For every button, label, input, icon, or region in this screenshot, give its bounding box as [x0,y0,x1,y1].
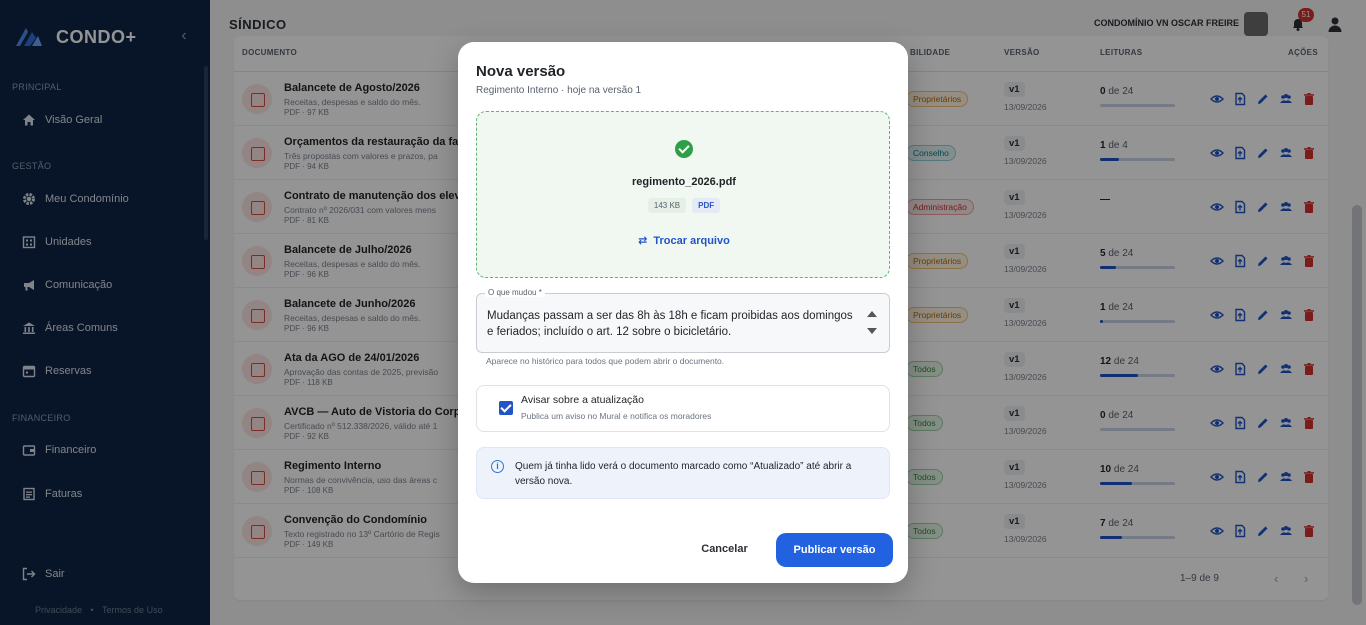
file-chips: 143 KB PDF [477,198,891,213]
file-type: PDF [692,198,721,213]
notify-label: Avisar sobre a atualização [521,394,644,406]
dialog-subtitle: Regimento Interno · hoje na versão 1 [476,85,642,96]
publish-version-button[interactable]: Publicar versão [776,533,893,567]
scroll-down-icon[interactable] [867,328,877,334]
info-alert: i Quem já tinha lido verá o documento ma… [476,447,890,499]
check-circle-icon [675,140,693,158]
swap-file-label: Trocar arquivo [653,235,730,247]
swap-icon: ⇄ [638,235,648,247]
change-description-label: O que mudou * [485,288,545,297]
info-icon: i [491,460,504,473]
dialog-title: Nova versão [476,63,566,80]
notify-option[interactable]: Avisar sobre a atualização Publica um av… [476,385,890,432]
info-text: Quem já tinha lido verá o documento marc… [515,461,852,487]
file-size: 143 KB [647,198,687,213]
notify-checkbox[interactable] [499,401,513,415]
notify-description: Publica um aviso no Mural e notifica os … [521,411,712,421]
swap-file-button[interactable]: ⇄ Trocar arquivo [477,234,891,247]
change-description-input[interactable]: Mudanças passam a ser das 8h às 18h e fi… [487,308,857,340]
change-description-helper: Aparece no histórico para todos que pode… [486,356,725,366]
cancel-button[interactable]: Cancelar [687,532,762,566]
scroll-up-icon[interactable] [867,311,877,317]
file-dropzone[interactable]: regimento_2026.pdf 143 KB PDF ⇄ Trocar ar… [476,111,890,278]
new-version-dialog: Nova versão Regimento Interno · hoje na … [458,42,908,583]
file-name: regimento_2026.pdf [632,176,736,188]
change-description-field[interactable]: O que mudou * Mudanças passam a ser das … [476,288,890,353]
